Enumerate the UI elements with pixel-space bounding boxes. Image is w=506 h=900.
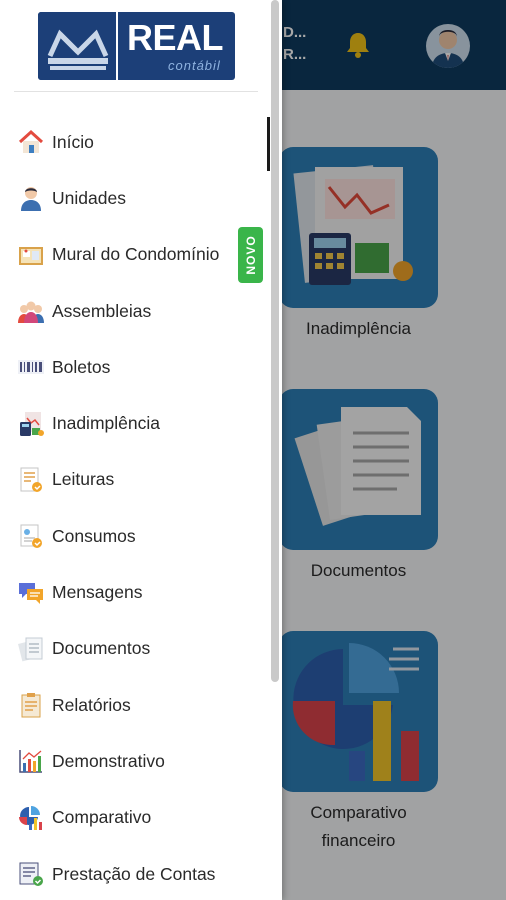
logo-text: REAL xyxy=(127,17,224,58)
menu-label-inadimplencia: Inadimplência xyxy=(52,413,160,434)
menu-label-prestacao-de-contas: Prestação de Contas xyxy=(52,863,216,884)
menu-item-unidades[interactable]: Unidades xyxy=(0,170,270,226)
navigation-drawer: REAL contábil Início Unidades Mural do C… xyxy=(0,0,282,900)
barcode-icon xyxy=(18,360,44,375)
bar-chart-icon xyxy=(19,750,42,774)
calculator-icon xyxy=(20,411,44,436)
menu-label-assembleias: Assembleias xyxy=(52,300,152,321)
menu-item-comparativo[interactable]: Comparativo xyxy=(0,790,270,846)
drawer-divider xyxy=(14,91,258,92)
meter-reading-icon xyxy=(20,467,42,492)
menu-item-assembleias[interactable]: Assembleias xyxy=(0,283,270,339)
menu-item-documentos[interactable]: Documentos xyxy=(0,621,270,677)
company-logo: REAL contábil xyxy=(38,12,235,80)
people-group-icon xyxy=(18,301,44,324)
menu-label-mensagens: Mensagens xyxy=(52,582,143,603)
bulletin-board-icon xyxy=(19,246,43,265)
drawer-scrollbar[interactable] xyxy=(271,0,279,682)
menu-label-documentos: Documentos xyxy=(52,638,151,659)
menu-item-mural[interactable]: Mural do Condomínio xyxy=(0,227,270,283)
menu-item-inadimplencia[interactable]: Inadimplência xyxy=(0,395,270,451)
accountability-icon xyxy=(19,862,43,886)
menu-item-prestacao-de-contas[interactable]: Prestação de Contas xyxy=(0,846,270,900)
menu-item-leituras[interactable]: Leituras xyxy=(0,452,270,508)
menu-item-consumos[interactable]: Consumos xyxy=(0,508,270,564)
person-icon xyxy=(21,187,41,212)
menu-label-demonstrativo: Demonstrativo xyxy=(52,750,165,771)
menu-label-comparativo: Comparativo xyxy=(52,807,152,828)
drawer-menu: Início Unidades Mural do Condomínio Asse… xyxy=(0,114,270,900)
consumption-icon xyxy=(20,524,42,549)
menu-label-consumos: Consumos xyxy=(52,525,136,546)
app-screen: D... R... Inadimplência Documentos Compa… xyxy=(0,0,506,900)
menu-item-mensagens[interactable]: Mensagens xyxy=(0,564,270,620)
menu-label-relatorios: Relatórios xyxy=(52,694,131,715)
active-item-indicator xyxy=(267,117,270,171)
documents-icon xyxy=(18,637,43,662)
crown-logo-icon xyxy=(47,29,109,70)
menu-item-relatorios[interactable]: Relatórios xyxy=(0,677,270,733)
menu-item-boletos[interactable]: Boletos xyxy=(0,339,270,395)
menu-label-leituras: Leituras xyxy=(52,469,115,490)
menu-item-inicio[interactable]: Início xyxy=(0,114,270,170)
house-icon xyxy=(18,130,44,154)
comparison-chart-icon xyxy=(19,805,42,830)
new-badge: NOVO xyxy=(238,227,263,283)
menu-item-demonstrativo[interactable]: Demonstrativo xyxy=(0,733,270,789)
new-badge-label: NOVO xyxy=(243,235,258,275)
chat-bubbles-icon xyxy=(19,582,43,604)
logo-subtext: contábil xyxy=(168,58,221,73)
menu-label-mural: Mural do Condomínio xyxy=(52,244,220,265)
logo-mark xyxy=(38,12,118,80)
menu-label-inicio: Início xyxy=(52,131,94,152)
menu-label-boletos: Boletos xyxy=(52,356,111,377)
clipboard-report-icon xyxy=(21,693,41,718)
menu-label-unidades: Unidades xyxy=(52,187,126,208)
